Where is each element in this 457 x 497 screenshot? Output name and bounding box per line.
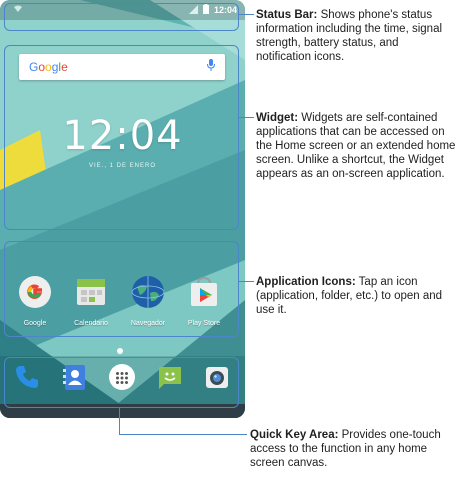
application-icons-highlight bbox=[4, 241, 239, 337]
quick-key-horizontal-connector bbox=[119, 434, 247, 436]
quick-key-area-annotation-title: Quick Key Area: bbox=[250, 429, 339, 441]
widget-annotation: Widget: Widgets are self-contained appli… bbox=[256, 111, 456, 181]
status-bar-connector bbox=[239, 14, 254, 16]
application-icons-annotation: Application Icons: Tap an icon (applicat… bbox=[256, 275, 456, 317]
application-icons-connector bbox=[239, 281, 254, 283]
widget-annotation-title: Widget: bbox=[256, 112, 299, 124]
widget-connector bbox=[239, 117, 254, 119]
quick-key-vertical-connector bbox=[119, 408, 121, 435]
quick-key-area-highlight bbox=[4, 357, 239, 408]
status-bar-annotation-title: Status Bar: bbox=[256, 9, 318, 21]
application-icons-annotation-title: Application Icons: bbox=[256, 276, 356, 288]
widget-highlight bbox=[4, 45, 239, 230]
status-bar-annotation: Status Bar: Shows phone's status informa… bbox=[256, 8, 456, 64]
quick-key-area-annotation: Quick Key Area: Provides one-touch acces… bbox=[250, 428, 450, 470]
page-indicator-dot bbox=[117, 348, 123, 354]
status-bar-highlight bbox=[4, 3, 239, 31]
